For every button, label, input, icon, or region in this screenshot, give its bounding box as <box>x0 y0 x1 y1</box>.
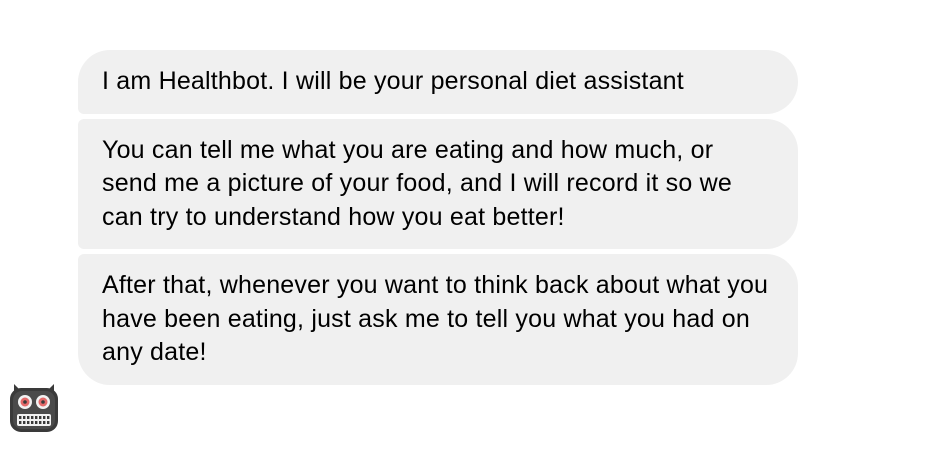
robot-face-icon <box>10 384 58 432</box>
bot-avatar[interactable] <box>8 380 60 434</box>
message-text: You can tell me what you are eating and … <box>102 135 732 231</box>
message-text: I am Healthbot. I will be your personal … <box>102 67 684 95</box>
message-bubble: You can tell me what you are eating and … <box>78 118 798 249</box>
message-text: After that, whenever you want to think b… <box>102 271 769 366</box>
message-bubble: I am Healthbot. I will be your personal … <box>78 50 798 114</box>
message-thread: I am Healthbot. I will be your personal … <box>78 50 798 385</box>
message-bubble: After that, whenever you want to think b… <box>78 254 798 385</box>
